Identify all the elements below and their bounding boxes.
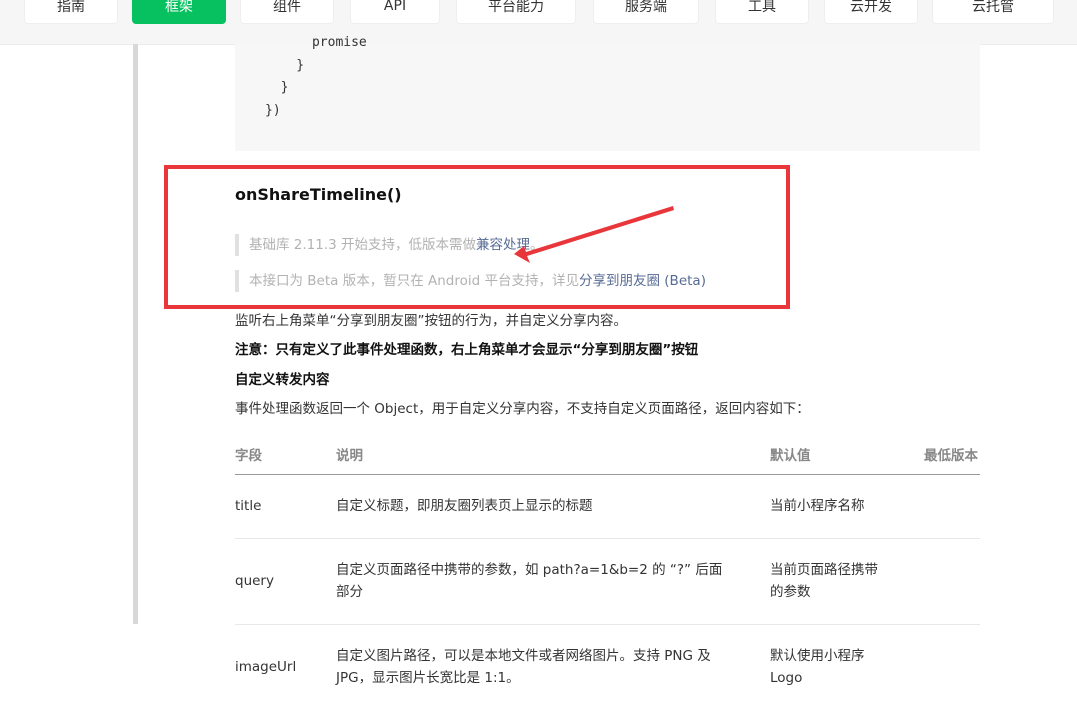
cell-default-cont: Logo — [770, 670, 803, 686]
cell-field: title — [235, 498, 262, 514]
table-row: query 自定义页面路径中携带的参数，如 path?a=1&b=2 的 “?”… — [235, 539, 980, 625]
tab-platform[interactable]: 平台能力 — [456, 0, 576, 24]
tab-api[interactable]: API — [350, 0, 440, 24]
cell-default-cont: 的参数 — [770, 584, 811, 600]
code-line: } — [265, 57, 305, 73]
tab-server[interactable]: 服务端 — [593, 0, 699, 24]
tab-label: 框架 — [165, 0, 193, 15]
section-title: onShareTimeline() — [235, 185, 402, 204]
table-header: 字段 说明 默认值 最低版本 — [235, 436, 980, 475]
code-line: } — [265, 80, 289, 95]
header-version: 最低版本 — [924, 448, 978, 464]
content-left-border — [133, 44, 138, 624]
tab-label: 云开发 — [850, 0, 892, 15]
note-text: 基础库 2.11.3 开始支持，低版本需做 — [249, 237, 477, 253]
intro-text: 事件处理函数返回一个 Object，用于自定义分享内容，不支持自定义页面路径，返… — [235, 401, 810, 417]
beta-note: 本接口为 Beta 版本，暂只在 Android 平台支持，详见分享到朋友圈 (… — [235, 270, 706, 292]
cell-desc: 自定义图片路径，可以是本地文件或者网络图片。支持 PNG 及 — [336, 648, 711, 664]
tab-cloud-hosting[interactable]: 云托管 — [932, 0, 1054, 24]
header-default: 默认值 — [770, 448, 811, 464]
cell-desc: 自定义页面路径中携带的参数，如 path?a=1&b=2 的 “?” 后面 — [336, 562, 723, 578]
params-table: 字段 说明 默认值 最低版本 title 自定义标题，即朋友圈列表页上显示的标题… — [235, 436, 980, 710]
tab-label: API — [383, 0, 407, 14]
table-row: imageUrl 自定义图片路径，可以是本地文件或者网络图片。支持 PNG 及 … — [235, 625, 980, 710]
subheading: 自定义转发内容 — [235, 372, 330, 388]
cell-desc-cont: JPG，显示图片长宽比是 1:1。 — [336, 670, 520, 686]
warning-text: 注意：只有定义了此事件处理函数，右上角菜单才会显示“分享到朋友圈”按钮 — [235, 342, 699, 358]
tab-label: 指南 — [57, 0, 85, 15]
tab-label: 组件 — [273, 0, 301, 15]
compat-link[interactable]: 兼容处理 — [476, 237, 530, 253]
tab-cloud-dev[interactable]: 云开发 — [824, 0, 918, 24]
tab-components[interactable]: 组件 — [240, 0, 334, 24]
table-row: title 自定义标题，即朋友圈列表页上显示的标题 当前小程序名称 — [235, 475, 980, 539]
cell-default: 默认使用小程序 — [770, 648, 865, 664]
cell-field: query — [235, 573, 274, 589]
code-text: promise } } }) — [265, 32, 367, 122]
header-field: 字段 — [235, 448, 262, 464]
top-nav: 指南 框架 组件 API 平台能力 服务端 工具 云开发 云托管 — [0, 0, 1077, 45]
cell-desc-cont: 部分 — [336, 584, 363, 600]
tab-label: 服务端 — [625, 0, 667, 15]
tab-tools[interactable]: 工具 — [715, 0, 809, 24]
tab-framework[interactable]: 框架 — [132, 0, 226, 24]
cell-default: 当前小程序名称 — [770, 498, 865, 514]
tab-label: 工具 — [748, 0, 776, 15]
cell-desc: 自定义标题，即朋友圈列表页上显示的标题 — [336, 498, 593, 514]
code-line: promise — [265, 35, 367, 50]
cell-default: 当前页面路径携带 — [770, 562, 878, 578]
code-block: promise } } }) — [235, 35, 980, 151]
version-note: 基础库 2.11.3 开始支持，低版本需做兼容处理。 — [235, 234, 544, 256]
tab-guide[interactable]: 指南 — [24, 0, 118, 24]
tab-label: 平台能力 — [488, 0, 544, 15]
description: 监听右上角菜单“分享到朋友圈”按钮的行为，并自定义分享内容。 — [235, 313, 627, 329]
cell-field: imageUrl — [235, 659, 297, 675]
note-text: 。 — [530, 237, 544, 253]
tab-label: 云托管 — [972, 0, 1014, 15]
header-desc: 说明 — [336, 448, 363, 464]
code-line: }) — [265, 102, 281, 118]
share-timeline-link[interactable]: 分享到朋友圈 (Beta) — [579, 273, 706, 289]
note-text: 本接口为 Beta 版本，暂只在 Android 平台支持，详见 — [249, 273, 579, 289]
